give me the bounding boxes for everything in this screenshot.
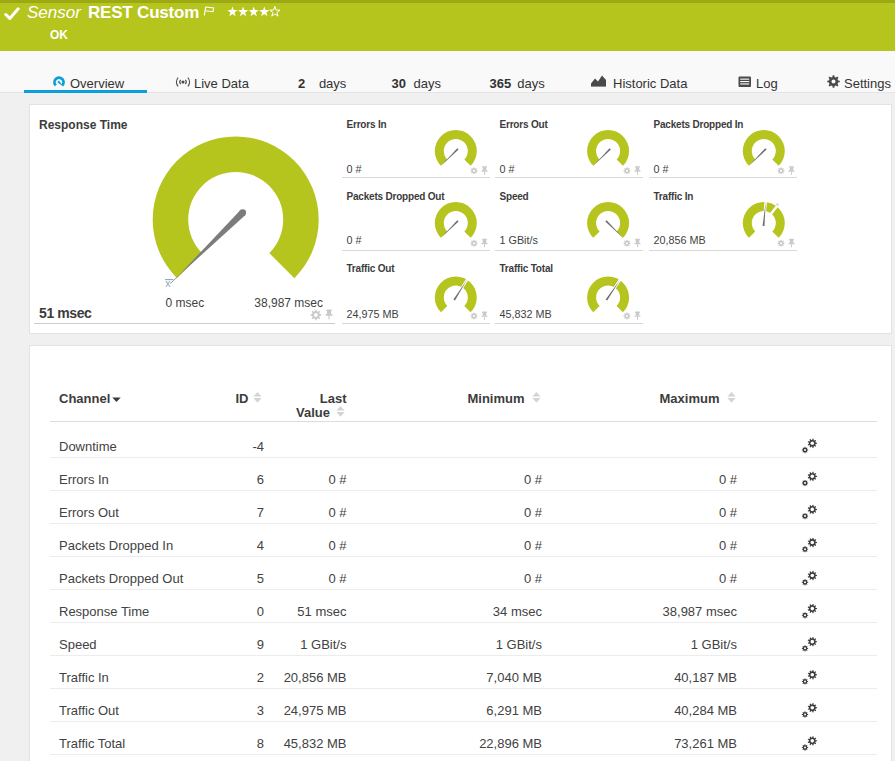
svg-text:x: x: [165, 277, 171, 289]
